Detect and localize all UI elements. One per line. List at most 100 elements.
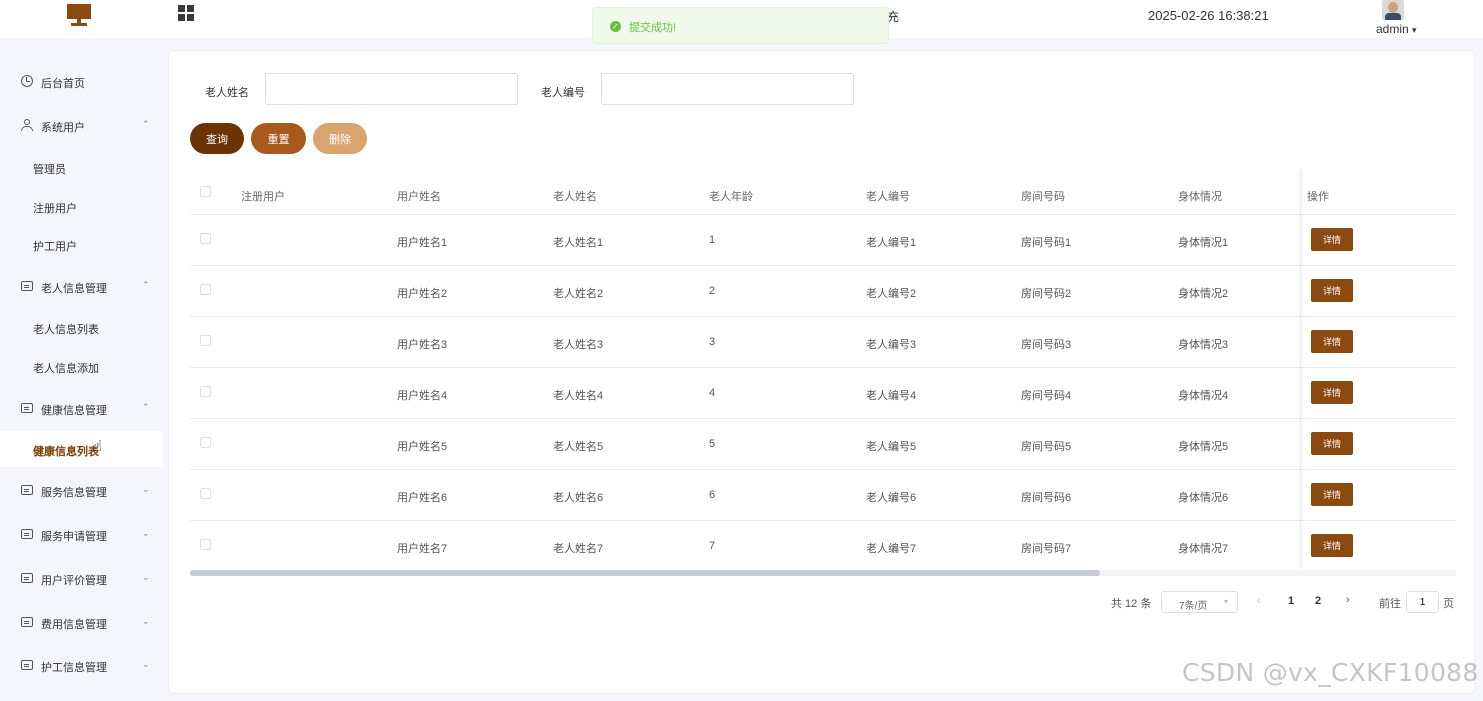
row-checkbox[interactable] xyxy=(200,539,211,550)
detail-button[interactable]: 详情 xyxy=(1311,228,1353,251)
row-checkbox[interactable] xyxy=(200,233,211,244)
sidebar-item-health-info[interactable]: 健康信息管理 ⌃ xyxy=(0,393,163,423)
detail-button[interactable]: 详情 xyxy=(1311,483,1353,506)
cell-age: 3 xyxy=(709,336,716,348)
row-checkbox[interactable] xyxy=(200,335,211,346)
sidebar-item-label: 老人信息列表 xyxy=(33,324,99,336)
detail-button[interactable]: 详情 xyxy=(1311,534,1353,557)
sidebar-item-label: 服务信息管理 xyxy=(41,487,107,499)
sidebar-item-admins[interactable]: 管理员 xyxy=(0,152,163,182)
chevron-down-icon: ▾ xyxy=(1224,597,1229,606)
pointer-cursor-icon: ☝ xyxy=(93,438,103,455)
cell-age: 5 xyxy=(709,438,716,450)
detail-button[interactable]: 详情 xyxy=(1311,381,1353,404)
success-toast: ✓ 提交成功! xyxy=(592,7,889,44)
detail-button[interactable]: 详情 xyxy=(1311,279,1353,302)
horizontal-scrollbar[interactable] xyxy=(190,570,1456,576)
page-number[interactable]: 2 xyxy=(1315,595,1321,607)
elder-number-input[interactable] xyxy=(601,73,854,105)
cell-user-name: 用户姓名3 xyxy=(397,339,448,351)
sidebar-item-dashboard[interactable]: 后台首页 xyxy=(0,66,163,96)
column-header: 注册用户 xyxy=(241,191,285,203)
caret-down-icon: ▾ xyxy=(1412,25,1417,35)
row-checkbox[interactable] xyxy=(200,284,211,295)
chevron-down-icon: ⌄ xyxy=(142,659,150,669)
sidebar-item-system-users[interactable]: 系统用户 ⌃ xyxy=(0,110,163,140)
cell-elder-name: 老人姓名3 xyxy=(553,339,604,351)
cell-age: 2 xyxy=(709,285,716,297)
scrollbar-thumb[interactable] xyxy=(190,570,1100,576)
elder-name-input[interactable] xyxy=(265,73,518,105)
column-header: 房间号码 xyxy=(1021,191,1065,203)
row-checkbox[interactable] xyxy=(200,437,211,448)
check-circle-icon: ✓ xyxy=(610,21,621,32)
sidebar-item-label: 健康信息管理 xyxy=(41,405,107,417)
cell-elder-no: 老人编号2 xyxy=(866,288,917,300)
cell-health: 身体情况2 xyxy=(1178,288,1229,300)
detail-button[interactable]: 详情 xyxy=(1311,330,1353,353)
avatar xyxy=(1382,0,1404,20)
cell-elder-no: 老人编号4 xyxy=(866,390,917,402)
reset-button[interactable]: 重置 xyxy=(251,123,306,154)
sidebar-item-caregiver-users[interactable]: 护工用户 xyxy=(0,229,163,259)
sidebar-item-label: 护工用户 xyxy=(33,241,77,253)
sidebar-item-label: 服务申请管理 xyxy=(41,531,107,543)
page-unit-label: 页 xyxy=(1443,598,1454,610)
row-checkbox[interactable] xyxy=(200,386,211,397)
query-button[interactable]: 查询 xyxy=(190,123,244,154)
detail-button[interactable]: 详情 xyxy=(1311,432,1353,455)
cell-age: 7 xyxy=(709,540,716,552)
sidebar-item-label: 管理员 xyxy=(33,164,66,176)
sidebar-item-label: 健康信息列表 xyxy=(33,446,99,458)
table-row: 用户姓名6 老人姓名6 6 老人编号6 房间号码6 身体情况6 详情 xyxy=(190,470,1456,521)
cell-age: 4 xyxy=(709,387,716,399)
cell-health: 身体情况6 xyxy=(1178,492,1229,504)
sidebar-item-elder-info[interactable]: 老人信息管理 ⌃ xyxy=(0,271,163,301)
sidebar-item-elder-list[interactable]: 老人信息列表 xyxy=(0,312,163,342)
sidebar-item-caregiver-info[interactable]: 护工信息管理 ⌄ xyxy=(0,650,163,680)
cell-elder-name: 老人姓名6 xyxy=(553,492,604,504)
card-icon xyxy=(21,573,33,583)
sidebar-item-service-info[interactable]: 服务信息管理 ⌄ xyxy=(0,475,163,505)
page-number[interactable]: 1 xyxy=(1288,595,1294,607)
sidebar-item-user-reviews[interactable]: 用户评价管理 ⌄ xyxy=(0,563,163,593)
sidebar-item-registered-users[interactable]: 注册用户 xyxy=(0,191,163,221)
column-header: 老人年龄 xyxy=(709,191,753,203)
total-count: 共 12 条 xyxy=(1111,598,1152,610)
cell-elder-no: 老人编号3 xyxy=(866,339,917,351)
user-menu[interactable]: admin ▾ xyxy=(1370,0,1425,38)
chevron-down-icon: ⌄ xyxy=(142,528,150,538)
sidebar-item-label: 老人信息添加 xyxy=(33,363,99,375)
cell-room: 房间号码3 xyxy=(1021,339,1072,351)
delete-button[interactable]: 删除 xyxy=(313,123,367,154)
sidebar-item-label: 后台首页 xyxy=(41,78,85,90)
sidebar-item-label: 护工信息管理 xyxy=(41,662,107,674)
card-icon xyxy=(21,281,33,291)
cell-elder-no: 老人编号1 xyxy=(866,237,917,249)
cell-room: 房间号码7 xyxy=(1021,543,1072,555)
cell-age: 1 xyxy=(709,234,716,246)
sidebar-item-elder-add[interactable]: 老人信息添加 xyxy=(0,351,163,381)
sidebar-item-service-requests[interactable]: 服务申请管理 ⌄ xyxy=(0,519,163,549)
sidebar-item-label: 老人信息管理 xyxy=(41,283,107,295)
goto-page-input[interactable] xyxy=(1406,591,1439,613)
column-header: 老人姓名 xyxy=(553,191,597,203)
cell-health: 身体情况7 xyxy=(1178,543,1229,555)
next-page-button[interactable]: › xyxy=(1346,594,1350,606)
cell-elder-name: 老人姓名7 xyxy=(553,543,604,555)
row-checkbox[interactable] xyxy=(200,488,211,499)
prev-page-button[interactable]: ‹ xyxy=(1257,595,1261,607)
table-header: 注册用户 用户姓名 老人姓名 老人年龄 老人编号 房间号码 身体情况 操作 xyxy=(190,169,1456,215)
cell-user-name: 用户姓名4 xyxy=(397,390,448,402)
chevron-down-icon: ⌄ xyxy=(142,616,150,626)
select-all-checkbox[interactable] xyxy=(200,186,211,197)
table-row: 用户姓名5 老人姓名5 5 老人编号5 房间号码5 身体情况5 详情 xyxy=(190,419,1456,470)
app-grid-icon[interactable] xyxy=(178,5,194,21)
card-icon xyxy=(21,485,33,495)
sidebar-item-health-list[interactable]: 健康信息列表 xyxy=(0,431,163,467)
sidebar-item-fee-info[interactable]: 费用信息管理 ⌄ xyxy=(0,607,163,637)
page-size-select[interactable]: 7条/页 ▾ xyxy=(1161,591,1238,613)
column-header: 用户姓名 xyxy=(397,191,441,203)
cell-elder-no: 老人编号7 xyxy=(866,543,917,555)
sidebar-item-label: 用户评价管理 xyxy=(41,575,107,587)
